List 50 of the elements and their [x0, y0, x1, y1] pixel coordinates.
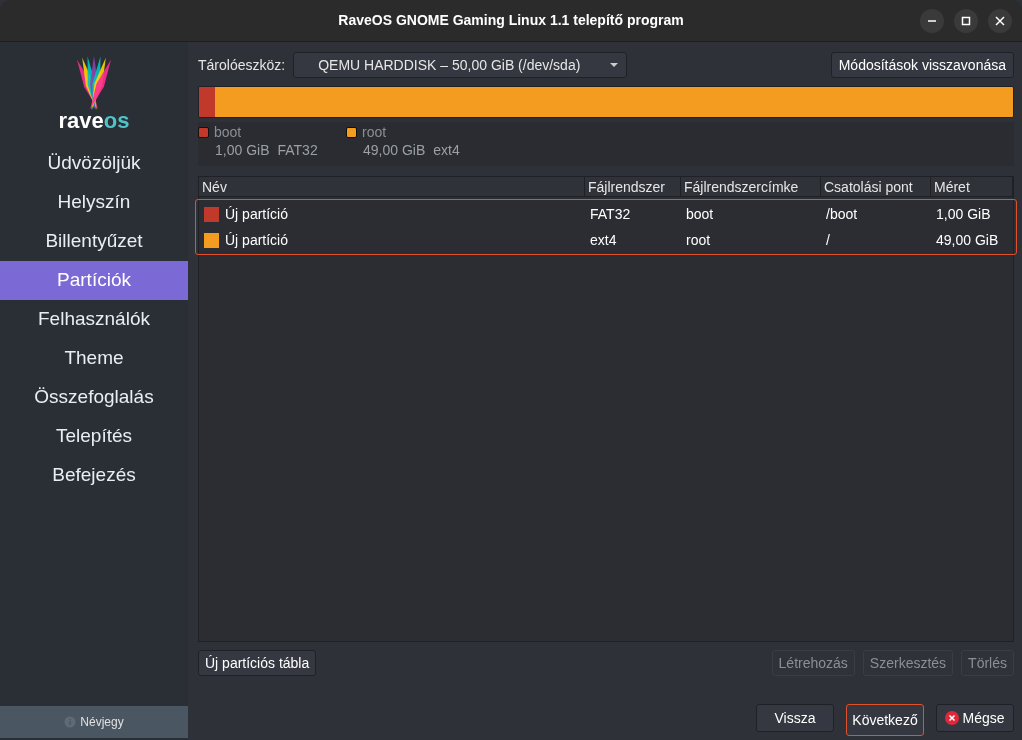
window-title: RaveOS GNOME Gaming Linux 1.1 telepítő program	[338, 11, 684, 30]
table-cell-text: 49,00 GiB	[936, 230, 999, 250]
sidebar-item[interactable]: Partíciók	[0, 261, 188, 300]
revert-button[interactable]: Módosítások visszavonása	[830, 52, 1014, 78]
sidebar-item[interactable]: Theme	[0, 339, 188, 378]
sidebar-item[interactable]: Befejezés	[0, 456, 188, 495]
column-header[interactable]: Méret	[931, 177, 1013, 196]
sidebar-item[interactable]: Billentyűzet	[0, 222, 188, 261]
legend-size: 1,00 GiB	[215, 141, 270, 160]
column-header[interactable]: Név	[199, 177, 585, 196]
close-icon	[995, 15, 1005, 26]
cancel-icon	[945, 711, 960, 725]
about-button[interactable]: Névjegy	[0, 706, 188, 738]
table-cell-text: 1,00 GiB	[936, 204, 991, 224]
nav-button[interactable]: Vissza	[756, 704, 834, 732]
maximize-button[interactable]	[954, 8, 978, 33]
legend-name: boot	[214, 124, 242, 140]
table-cell-text: Új partíció	[225, 230, 289, 250]
cancel-button[interactable]: Mégse	[936, 704, 1014, 732]
storage-label: Tárolóeszköz:	[198, 55, 286, 75]
table-cell-text: /boot	[826, 204, 858, 224]
table-action-button[interactable]: Új partíciós tábla	[198, 650, 317, 676]
table-cell-text: FAT32	[590, 204, 631, 224]
maximize-icon	[961, 15, 971, 26]
column-header[interactable]: Fájlrendszercímke	[681, 177, 821, 196]
table-cell-text: root	[686, 230, 711, 250]
legend-name: root	[362, 124, 387, 140]
storage-dropdown[interactable]: QEMU HARDDISK – 50,00 GiB (/dev/sda)	[293, 52, 628, 78]
table-cell-text: ext4	[590, 230, 617, 250]
table-row[interactable]: Új partíció FAT32 boot /boot 1,00 GiB	[196, 201, 1016, 227]
sidebar-item[interactable]: Összefoglalás	[0, 378, 188, 417]
table-cell-text: Új partíció	[225, 204, 289, 224]
column-header[interactable]: Fájlrendszer	[585, 177, 681, 196]
table-cell-text: boot	[686, 204, 714, 224]
minimize-icon	[927, 19, 937, 22]
caret-icon	[610, 63, 619, 67]
table-cell-text: /	[826, 230, 830, 250]
legend-filesystem: ext4	[433, 141, 460, 160]
legend-filesystem: FAT32	[277, 141, 318, 160]
sidebar-item[interactable]: Telepítés	[0, 417, 188, 456]
nav-button[interactable]: Következő	[846, 704, 924, 736]
table-row[interactable]: Új partíció ext4 root / 49,00 GiB	[196, 227, 1016, 253]
sidebar-item[interactable]: Üdvözöljük	[0, 144, 188, 183]
sidebar-item[interactable]: Felhasználók	[0, 300, 188, 339]
legend-size: 49,00 GiB	[363, 141, 426, 160]
column-header[interactable]: Csatolási pont	[821, 177, 931, 196]
close-button[interactable]	[988, 8, 1012, 33]
sidebar-item[interactable]: Helyszín	[0, 183, 188, 222]
minimize-button[interactable]	[920, 8, 944, 33]
logo-text: raveos	[58, 110, 130, 132]
